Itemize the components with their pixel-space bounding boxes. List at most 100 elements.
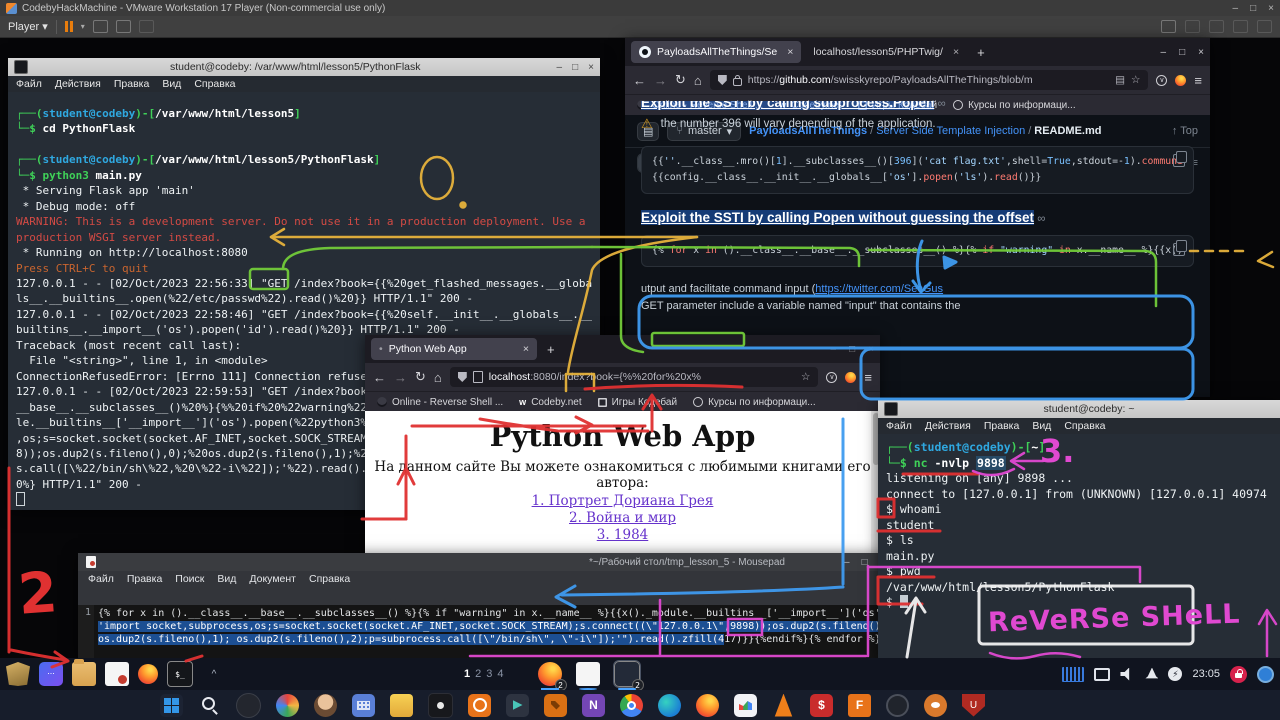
fullscreen-icon[interactable] (116, 20, 131, 33)
extension-icon[interactable] (845, 372, 856, 383)
person-icon[interactable] (314, 694, 337, 717)
clockapp-icon[interactable] (468, 694, 491, 717)
files-icon[interactable] (72, 662, 96, 686)
blender-icon[interactable] (924, 694, 947, 717)
bookmark-codeby[interactable]: wCodeby.net (519, 397, 581, 408)
reader-icon[interactable]: ▤ (1115, 74, 1125, 86)
menu-item[interactable]: 3 (486, 668, 492, 680)
menu-icon[interactable]: ≡ (1194, 73, 1202, 88)
anchor-link-icon[interactable]: ∞ (938, 101, 946, 110)
cpu-graph-icon[interactable] (1062, 667, 1084, 682)
pause-dropdown[interactable]: ▾ (81, 22, 85, 31)
url-bar[interactable]: https://github.com/swisskyrepo/PayloadsA… (710, 70, 1149, 90)
book-link-1[interactable]: 1. Портрет Дориана Грея (365, 493, 880, 509)
mousepad-icon[interactable] (105, 662, 129, 686)
new-tab-button[interactable]: + (541, 342, 561, 357)
twitter-link[interactable]: https://twitter.com/SecGus (815, 283, 943, 295)
reload-icon[interactable]: ↻ (675, 72, 686, 88)
maximize-button[interactable]: □ (862, 557, 868, 568)
new-tab-button[interactable]: + (971, 45, 991, 60)
tab-close-icon[interactable]: × (787, 46, 793, 58)
book-icon[interactable] (848, 694, 871, 717)
terminal-icon[interactable]: 2 (614, 661, 640, 687)
tracking-shield-icon[interactable] (458, 372, 467, 382)
menu-item[interactable]: Правка (984, 420, 1019, 432)
display-device-icon[interactable] (1257, 20, 1272, 33)
firefox-sm-icon[interactable] (138, 664, 158, 684)
tracking-shield-icon[interactable] (718, 75, 727, 85)
menu-item[interactable]: Вид (162, 78, 181, 90)
anchor-link-icon[interactable]: ∞ (1037, 213, 1045, 225)
network-device-icon[interactable] (1209, 20, 1224, 33)
pause-button[interactable] (65, 21, 73, 32)
lens-icon[interactable] (886, 694, 909, 717)
home-icon[interactable]: ⌂ (694, 73, 702, 88)
power-icon[interactable]: ⚡ (1168, 667, 1182, 681)
back-icon[interactable]: ← (633, 73, 646, 88)
volume-icon[interactable] (1120, 668, 1135, 681)
menu-item[interactable]: Справка (1064, 420, 1105, 432)
clock[interactable]: 23:05 (1192, 668, 1220, 680)
tab-payloadsallthethings[interactable]: PayloadsAllTheThings/Se× (631, 41, 801, 63)
reload-icon[interactable]: ↻ (415, 369, 426, 385)
copy-icon[interactable] (1173, 243, 1185, 256)
obsidian-icon[interactable] (428, 693, 453, 718)
notifications-icon[interactable] (1145, 668, 1158, 681)
menu-item[interactable]: Файл (16, 78, 42, 90)
close-button[interactable]: × (588, 62, 594, 73)
minimize-button[interactable]: – (844, 557, 850, 568)
vm-close-button[interactable]: × (1268, 3, 1274, 14)
minimize-button[interactable]: – (1161, 47, 1167, 58)
pocket-icon[interactable]: ∨ (1156, 75, 1167, 86)
tools-icon[interactable] (544, 694, 567, 717)
menu-item[interactable]: Файл (886, 420, 912, 432)
firefox-icon[interactable] (696, 694, 719, 717)
screen-lock-icon[interactable] (1230, 666, 1247, 683)
vmware-icon[interactable] (506, 694, 529, 717)
vm-maximize-button[interactable]: □ (1250, 3, 1256, 14)
maximize-button[interactable]: □ (849, 344, 855, 355)
bookmark-courses[interactable]: Курсы по информаци... (693, 397, 816, 408)
menu-item[interactable]: Действия (925, 420, 971, 432)
copy-icon[interactable] (1173, 154, 1185, 167)
dollar-icon[interactable] (810, 694, 833, 717)
menu-item[interactable]: Справка (194, 78, 235, 90)
firefox-icon[interactable]: 2 (538, 662, 562, 686)
vmware-titlebar[interactable]: CodebyHackMachine - VMware Workstation 1… (0, 0, 1280, 16)
tab-close-icon[interactable]: × (953, 46, 959, 58)
usb-device-icon[interactable] (1233, 20, 1248, 33)
bookmark-star-icon[interactable]: ☆ (801, 371, 810, 383)
bookmark-star-icon[interactable]: ☆ (1131, 74, 1140, 86)
tab-localhost-phptwig[interactable]: localhost/lesson5/PHPTwig/× (805, 41, 967, 63)
forward-icon[interactable]: → (654, 73, 667, 88)
menu-item[interactable]: Действия (55, 78, 101, 90)
caret-icon[interactable] (202, 662, 226, 686)
search-icon[interactable] (198, 694, 221, 717)
book-link-3[interactable]: 3. 1984 (365, 527, 880, 543)
sound-device-icon[interactable] (1185, 20, 1200, 33)
workspace-switcher[interactable]: 1234 (464, 668, 504, 680)
menu-item[interactable]: 4 (497, 668, 503, 680)
tab-python-web-app[interactable]: • Python Web App× (371, 338, 537, 360)
media-icon[interactable] (276, 694, 299, 717)
maximize-button[interactable]: □ (572, 62, 578, 73)
minimize-button[interactable]: – (557, 62, 563, 73)
stats-icon[interactable] (734, 694, 757, 717)
menu-item[interactable]: Правка (114, 78, 149, 90)
calendar-icon[interactable] (352, 694, 375, 717)
menu-item[interactable]: 1 (464, 668, 470, 680)
close-button[interactable]: × (1198, 47, 1204, 58)
ublock-icon[interactable] (962, 694, 985, 717)
menu-item[interactable]: 2 (475, 668, 481, 680)
terminal2-menubar[interactable]: ФайлДействияПравкаВидСправка (878, 418, 1280, 434)
kali-icon[interactable] (6, 662, 30, 686)
mousepad-icon[interactable] (576, 662, 600, 686)
book-link-2[interactable]: 2. Война и мир (365, 510, 880, 526)
chrome-icon[interactable] (620, 694, 643, 717)
network-icon[interactable] (1257, 666, 1274, 683)
carrot-icon[interactable] (772, 694, 795, 717)
bookmark-reverse-shell[interactable]: Online - Reverse Shell ... (377, 397, 503, 408)
terminal1-menubar[interactable]: Файл Действия Правка Вид Справка (8, 76, 600, 92)
terminal2-titlebar[interactable]: student@codeby: ~ (878, 400, 1280, 418)
start-icon[interactable] (160, 694, 183, 717)
